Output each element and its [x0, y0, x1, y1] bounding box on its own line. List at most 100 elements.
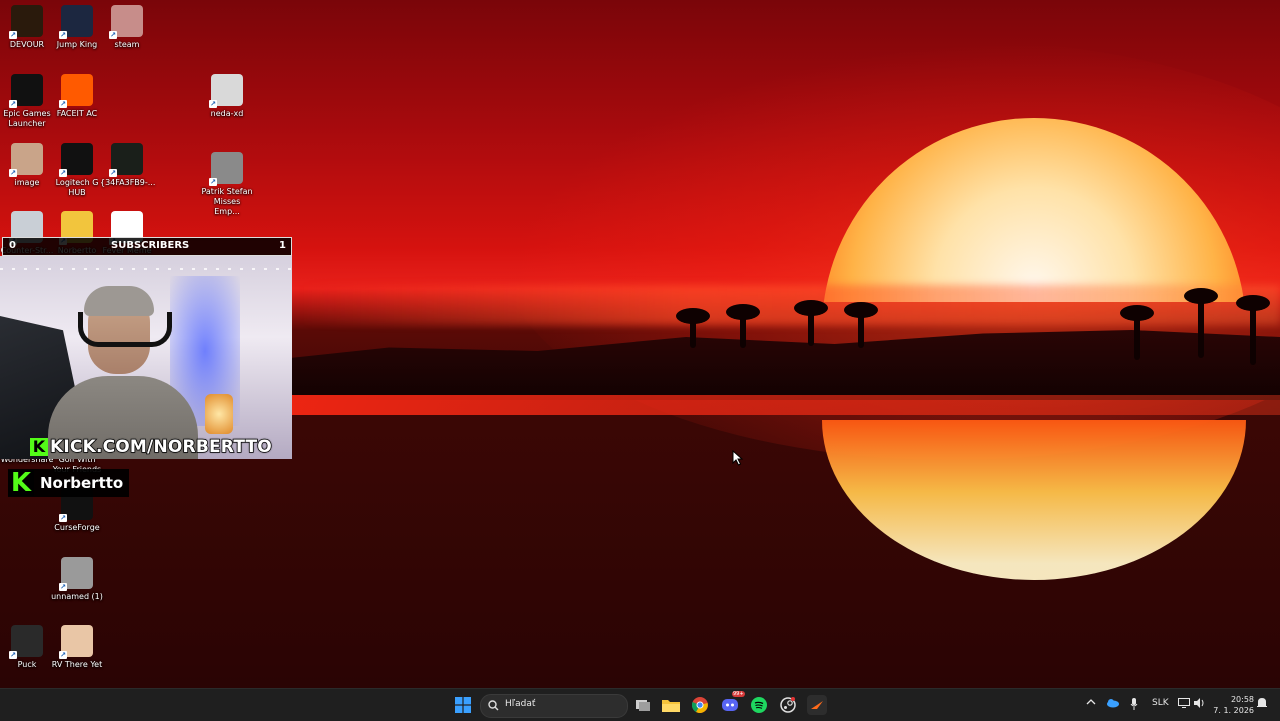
logitech-g-icon: ↗: [59, 143, 93, 177]
volume-icon[interactable]: [1194, 698, 1206, 711]
shortcut-arrow-icon: ↗: [209, 178, 217, 186]
shortcut-arrow-icon: ↗: [59, 583, 67, 591]
headset: [78, 312, 172, 347]
desktop-icon-label: FACEIT AC: [56, 109, 98, 118]
language-indicator[interactable]: SLK: [1152, 698, 1169, 708]
desktop-icon[interactable]: ↗ Epic Games Launcher: [0, 74, 54, 129]
devour-icon: ↗: [9, 5, 43, 39]
discord-notification-badge: 99+: [732, 691, 745, 697]
image-file-icon: ↗: [59, 557, 93, 591]
mouse-cursor-icon: [732, 449, 744, 470]
desktop-icon-label: neda-xd: [210, 109, 244, 118]
desktop-icon[interactable]: ↗ steam: [100, 5, 154, 50]
taskbar-search[interactable]: Hľadať: [480, 694, 628, 718]
discord-icon[interactable]: 99+: [720, 691, 745, 715]
chrome-icon[interactable]: [690, 695, 710, 715]
desktop-icon[interactable]: ↗ FACEIT AC: [50, 74, 104, 119]
palm-tree: [1184, 288, 1218, 358]
subscribers-label: SUBSCRIBERS: [111, 240, 190, 251]
desktop-icon-label: image: [14, 178, 40, 187]
webcam-overlay: [0, 256, 292, 459]
search-placeholder: Hľadať: [505, 699, 536, 709]
desktop-icon[interactable]: ↗ Patrik Stefan Misses Emp...: [200, 152, 254, 217]
desktop-icon[interactable]: ↗ unnamed (1): [50, 557, 104, 602]
desktop-icon[interactable]: ↗ DEVOUR: [0, 5, 54, 50]
kick-logo-icon: K: [30, 438, 48, 456]
screenshot-file-icon: ↗: [109, 143, 143, 177]
desktop-icon-label: {34FA3FB9-...: [100, 178, 156, 187]
shortcut-arrow-icon: ↗: [59, 514, 67, 522]
photo-icon: ↗: [9, 143, 43, 177]
desktop-icon-label: Epic Games Launcher: [3, 109, 51, 128]
kick-username: Norbertto: [40, 474, 124, 492]
shortcut-arrow-icon: ↗: [9, 651, 17, 659]
search-icon: [488, 700, 499, 711]
kick-logo-icon: K: [8, 470, 34, 496]
microphone-icon[interactable]: [1130, 698, 1138, 713]
shortcut-arrow-icon: ↗: [9, 169, 17, 177]
shortcut-arrow-icon: ↗: [59, 651, 67, 659]
jump-king-icon: ↗: [59, 5, 93, 39]
desktop-icon-label: Puck: [17, 660, 37, 669]
desktop-icon-label: Jump King: [56, 40, 98, 49]
shortcut-arrow-icon: ↗: [109, 31, 117, 39]
clock-time: 20:58: [1230, 695, 1254, 704]
shortcut-arrow-icon: ↗: [9, 100, 17, 108]
spotify-icon[interactable]: [749, 695, 769, 715]
desktop-icon[interactable]: ↗ Jump King: [50, 5, 104, 50]
desktop-icon[interactable]: ↗ {34FA3FB9-...: [100, 143, 156, 188]
desktop-icon[interactable]: ↗ neda-xd: [200, 74, 254, 119]
steam-icon[interactable]: [778, 695, 798, 715]
steam-icon: ↗: [109, 5, 143, 39]
streaming-app-icon[interactable]: [807, 695, 827, 715]
desktop-icon[interactable]: ↗ image: [0, 143, 54, 188]
shortcut-arrow-icon: ↗: [109, 169, 117, 177]
water-streak: [290, 395, 1280, 415]
windows-start-icon[interactable]: [453, 695, 473, 715]
shortcut-arrow-icon: ↗: [59, 100, 67, 108]
desktop-icon[interactable]: ↗ RV There Yet: [50, 625, 104, 670]
rv-there-yet-icon: ↗: [59, 625, 93, 659]
desktop-icon-label: steam: [114, 40, 140, 49]
desktop-icon-label: Patrik Stefan Misses Emp...: [201, 187, 253, 216]
kick-url-text: KICK.COM/NORBERTTO: [49, 436, 272, 458]
lamp: [205, 394, 233, 434]
desktop-icon-label: CurseForge: [54, 523, 100, 532]
sun-reflection: [822, 420, 1246, 580]
shortcut-arrow-icon: ↗: [9, 31, 17, 39]
onedrive-icon[interactable]: [1106, 698, 1120, 711]
shortcut-arrow-icon: ↗: [209, 100, 217, 108]
clock-date: 7. 1. 2026: [1213, 706, 1254, 715]
desktop-icon-label: Logitech G HUB: [55, 178, 99, 197]
fairy-lights: [0, 268, 292, 270]
kick-username-badge: K Norbertto: [8, 469, 130, 497]
faceit-icon: ↗: [59, 74, 93, 108]
system-clock[interactable]: 20:58 7. 1. 2026: [1210, 694, 1254, 716]
palm-tree: [1120, 305, 1154, 360]
desktop-icon[interactable]: ↗ Logitech G HUB: [50, 143, 104, 198]
desktop-icon-label: RV There Yet: [51, 660, 103, 669]
shortcut-arrow-icon: ↗: [59, 31, 67, 39]
palm-tree: [1236, 295, 1270, 365]
subscribers-count: 1: [279, 240, 286, 251]
subscribers-left-count: 0: [9, 240, 16, 251]
task-view-icon[interactable]: [633, 695, 653, 715]
desktop-icon-label: DEVOUR: [9, 40, 45, 49]
puck-icon: ↗: [9, 625, 43, 659]
image-file-icon: ↗: [209, 74, 243, 108]
palm-tree: [726, 304, 760, 348]
epic-games-icon: ↗: [9, 74, 43, 108]
video-file-icon: ↗: [209, 152, 243, 186]
kick-url-banner: K KICK.COM/NORBERTTO: [30, 436, 273, 458]
notification-bell-icon[interactable]: [1257, 697, 1267, 712]
palm-tree: [844, 302, 878, 348]
desktop-icon[interactable]: ↗ Puck: [0, 625, 54, 670]
file-explorer-icon[interactable]: [661, 695, 681, 715]
palm-tree: [676, 308, 710, 348]
shortcut-arrow-icon: ↗: [59, 169, 67, 177]
show-hidden-icons-chevron-icon[interactable]: [1086, 698, 1096, 709]
taskbar: Hľadať 99+ SLK 20:58 7. 1. 2026: [0, 688, 1280, 721]
palm-tree: [794, 300, 828, 346]
subscribers-bar: 0 SUBSCRIBERS 1: [2, 237, 292, 256]
network-icon[interactable]: [1178, 698, 1190, 711]
